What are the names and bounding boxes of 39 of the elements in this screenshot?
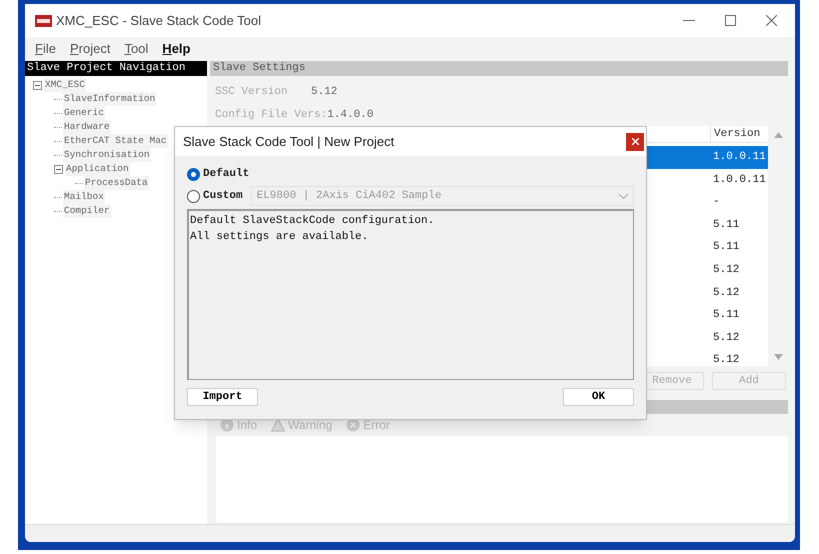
import-button[interactable]: Import bbox=[187, 388, 258, 406]
column-header: Version bbox=[710, 126, 768, 142]
close-icon bbox=[632, 138, 638, 145]
tree-item[interactable]: Compiler bbox=[63, 204, 111, 218]
panel-header: Slave Settings bbox=[210, 61, 788, 76]
window-title: XMC_ESC - Slave Stack Code Tool bbox=[56, 12, 261, 30]
radio-label: Custom bbox=[203, 188, 243, 204]
menu-item[interactable]: Help bbox=[162, 39, 190, 59]
menu-item[interactable]: Project bbox=[70, 39, 110, 59]
app-logo-icon bbox=[35, 14, 52, 26]
collapse-icon[interactable] bbox=[33, 80, 42, 90]
close-icon[interactable] bbox=[766, 15, 777, 26]
minimize-icon[interactable] bbox=[683, 20, 695, 22]
tree-item[interactable]: XMC_ESC bbox=[44, 78, 86, 92]
dialog-title: Slave Stack Code Tool | New Project bbox=[183, 132, 394, 151]
ok-button[interactable]: OK bbox=[563, 388, 634, 406]
radio-button[interactable] bbox=[187, 168, 200, 180]
collapse-icon[interactable] bbox=[54, 164, 63, 174]
close-button[interactable] bbox=[626, 132, 644, 150]
description-box: Default SlaveStackCode configuration. All settings are available. bbox=[187, 209, 634, 380]
tree-item[interactable]: ProcessData bbox=[84, 176, 149, 190]
radio-label: Default bbox=[203, 166, 250, 182]
chevron-down-icon bbox=[619, 194, 628, 198]
menu-item[interactable]: Tool bbox=[124, 39, 148, 59]
panel-header: Slave Project Navigation bbox=[25, 61, 207, 76]
tree-item[interactable]: Synchronisation bbox=[63, 148, 151, 162]
menu-item[interactable]: File bbox=[35, 39, 56, 59]
maximize-icon[interactable] bbox=[725, 15, 736, 26]
tree-item[interactable]: Generic bbox=[63, 106, 105, 120]
field-label: SSC Version bbox=[215, 85, 289, 100]
field-value: 1.4.0.0 bbox=[327, 108, 374, 122]
field-label: Config File Vers: bbox=[215, 108, 328, 122]
tree-item[interactable]: SlaveInformation bbox=[63, 92, 156, 106]
field-value: 5.12 bbox=[311, 85, 338, 100]
tree-item[interactable]: Application bbox=[65, 162, 130, 176]
radio-button[interactable] bbox=[187, 190, 200, 202]
tree-item[interactable]: EtherCAT State Mac bbox=[63, 134, 168, 148]
tree-item[interactable]: Mailbox bbox=[63, 190, 105, 204]
tree-item[interactable]: Hardware bbox=[63, 120, 111, 134]
